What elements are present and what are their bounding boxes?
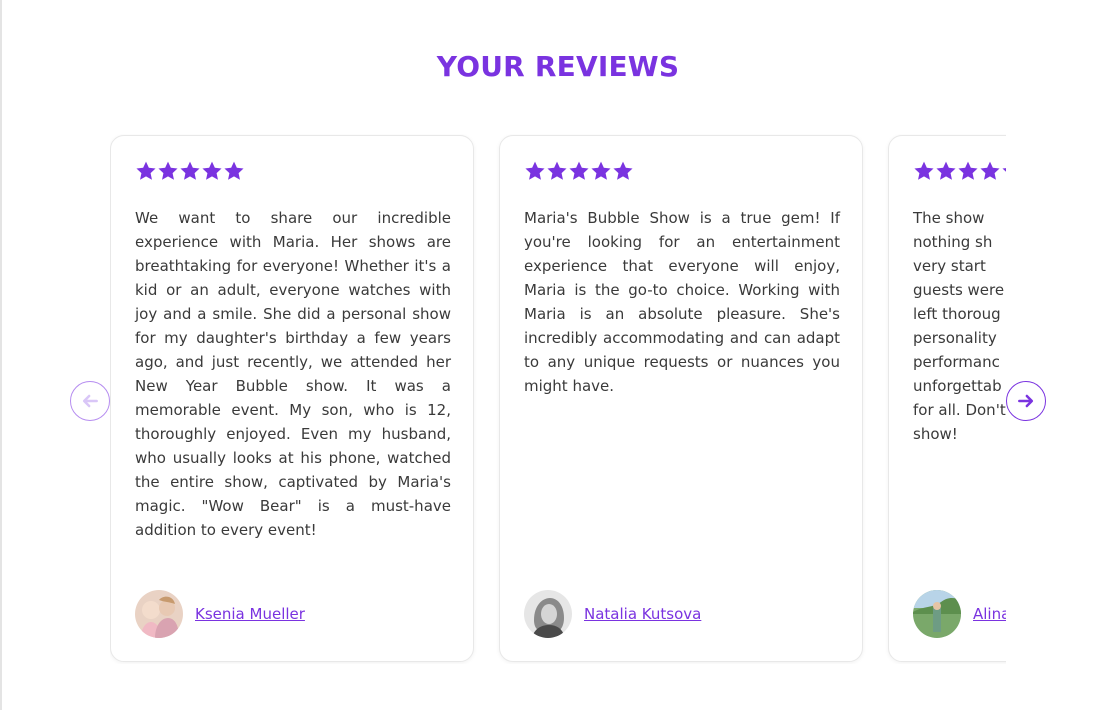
reviews-carousel: We want to share our incredible experien…	[110, 134, 1006, 664]
page-left-border	[0, 0, 2, 710]
star-icon	[590, 160, 612, 182]
star-icon	[201, 160, 223, 182]
author-name-link[interactable]: Alina	[973, 605, 1006, 623]
star-icon	[979, 160, 1001, 182]
star-icon	[568, 160, 590, 182]
review-card: Maria's Bubble Show is a true gem! If yo…	[499, 135, 863, 662]
star-icon	[223, 160, 245, 182]
review-card: The show nothing sh very start guests we…	[888, 135, 1006, 662]
avatar	[913, 590, 961, 638]
star-icon	[935, 160, 957, 182]
review-author: Natalia Kutsova	[524, 590, 701, 638]
star-icon	[913, 160, 935, 182]
star-icon	[157, 160, 179, 182]
arrow-right-icon	[1016, 391, 1036, 411]
star-rating	[135, 160, 245, 184]
author-name-link[interactable]: Natalia Kutsova	[584, 605, 701, 623]
star-icon	[1001, 160, 1006, 182]
review-text: We want to share our incredible experien…	[135, 209, 451, 539]
avatar	[524, 590, 572, 638]
star-icon	[546, 160, 568, 182]
star-icon	[524, 160, 546, 182]
star-icon	[179, 160, 201, 182]
avatar	[135, 590, 183, 638]
star-icon	[957, 160, 979, 182]
star-icon	[612, 160, 634, 182]
author-name-link[interactable]: Ksenia Mueller	[195, 605, 305, 623]
star-icon	[135, 160, 157, 182]
review-author: Ksenia Mueller	[135, 590, 305, 638]
star-rating	[524, 160, 634, 184]
review-text: Maria's Bubble Show is a true gem! If yo…	[524, 209, 840, 395]
carousel-next-button[interactable]	[1006, 381, 1046, 421]
review-author: Alina	[913, 590, 1006, 638]
review-text: The show nothing sh very start guests we…	[913, 209, 1006, 443]
review-card: We want to share our incredible experien…	[110, 135, 474, 662]
star-rating	[913, 160, 1006, 184]
section-heading: YOUR REVIEWS	[436, 50, 680, 83]
carousel-prev-button[interactable]	[70, 381, 110, 421]
arrow-left-icon	[80, 391, 100, 411]
